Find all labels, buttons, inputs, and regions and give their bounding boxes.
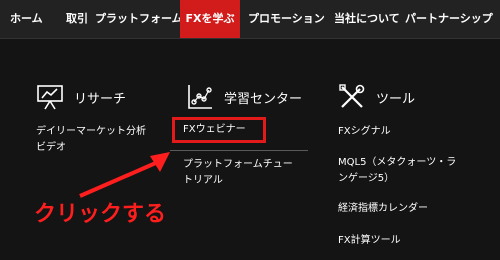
webinar-highlight-box	[172, 117, 266, 143]
research-title: リサーチ	[74, 91, 127, 107]
click-annotation: クリックする	[34, 202, 167, 227]
page: ホーム 取引 プラットフォーム FXを学ぶ プロモーション 当社について パート…	[0, 0, 500, 260]
learning-center-title: 学習センター	[224, 91, 303, 107]
top-nav: ホーム 取引 プラットフォーム FXを学ぶ プロモーション 当社について パート…	[0, 0, 500, 39]
link-fx-calculator[interactable]: FX計算ツール	[338, 233, 401, 249]
scatter-chart-icon	[186, 83, 214, 111]
link-fx-signal[interactable]: FXシグナル	[338, 124, 391, 140]
divider	[170, 150, 308, 151]
tools-icon	[338, 83, 366, 111]
nav-item-platform[interactable]: プラットフォーム	[95, 0, 183, 38]
tools-header: ツール	[338, 80, 415, 114]
link-economic-calendar[interactable]: 経済指標カレンダー	[338, 201, 428, 217]
learning-center-header: 学習センター	[186, 80, 302, 114]
chart-board-icon	[36, 83, 64, 111]
nav-item-trade[interactable]: 取引	[66, 0, 88, 38]
link-mql5[interactable]: MQL5（メタクォーツ・ランゲージ5）	[338, 155, 466, 187]
nav-item-partnership[interactable]: パートナーシップ	[405, 0, 493, 38]
nav-item-home[interactable]: ホーム	[10, 0, 43, 38]
link-daily-market-video[interactable]: デイリーマーケット分析ビデオ	[36, 124, 148, 156]
nav-item-promotion[interactable]: プロモーション	[248, 0, 325, 38]
research-header: リサーチ	[36, 80, 126, 114]
nav-item-learn-fx[interactable]: FXを学ぶ	[180, 0, 240, 38]
link-platform-tutorial[interactable]: プラットフォームチュートリアル	[183, 157, 301, 189]
tools-title: ツール	[376, 91, 416, 107]
nav-item-about[interactable]: 当社について	[334, 0, 400, 38]
